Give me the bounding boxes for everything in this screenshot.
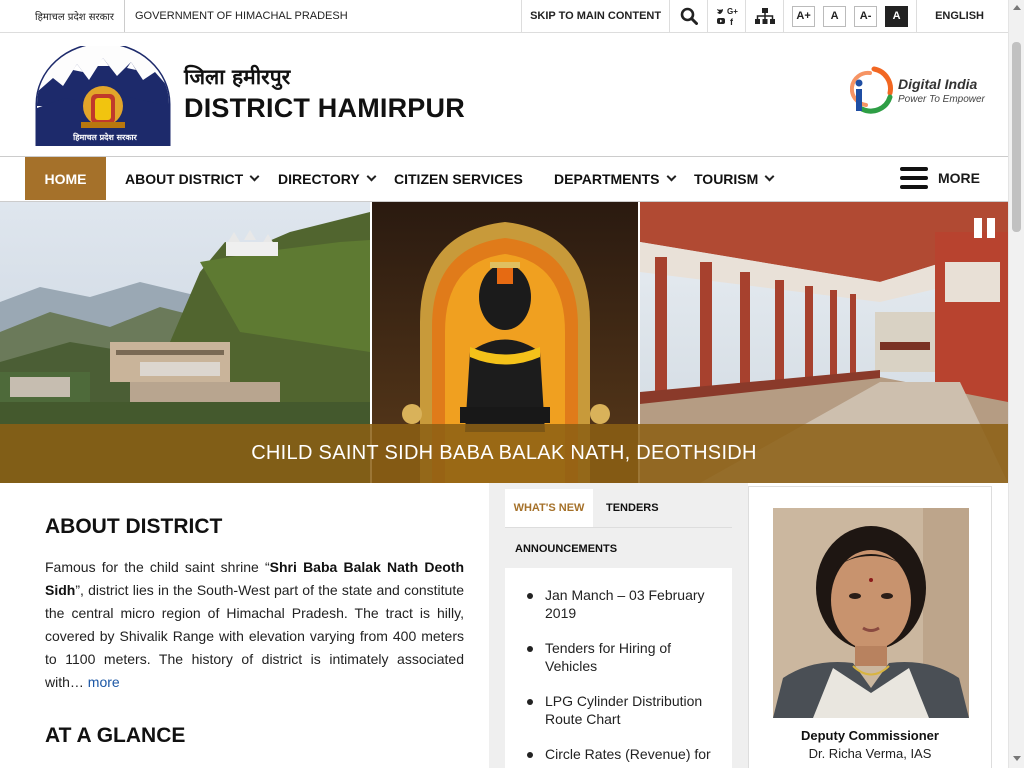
government-link[interactable]: GOVERNMENT OF HIMACHAL PRADESH xyxy=(125,0,358,32)
hamburger-icon xyxy=(900,167,928,189)
digital-india-icon xyxy=(850,66,893,114)
official-role: Deputy Commissioner xyxy=(801,728,939,743)
chevron-down-icon xyxy=(764,171,775,182)
nav-item-tourism[interactable]: TOURISM xyxy=(694,157,775,200)
district-title-hindi: जिला हमीरपुर xyxy=(184,65,291,89)
district-title[interactable]: DISTRICT HAMIRPUR xyxy=(184,93,465,124)
scrollbar-thumb[interactable] xyxy=(1012,42,1021,232)
nav-item-departments[interactable]: DEPARTMENTS xyxy=(554,157,676,200)
tab-announcements[interactable]: ANNOUNCEMENTS xyxy=(515,531,617,567)
social-media-icon: G+ f xyxy=(716,7,738,26)
hero-slider[interactable]: CHILD SAINT SIDH BABA BALAK NATH, DEOTHS… xyxy=(0,202,1008,483)
emblem-caption: हिमाचल प्रदेश सरकार xyxy=(73,133,137,142)
site-header: हिमाचल प्रदेश सरकार जिला हमीरपुर DISTRIC… xyxy=(0,33,1008,157)
nav-item-label: ABOUT DISTRICT xyxy=(125,170,244,187)
search-button[interactable] xyxy=(669,0,707,32)
news-panel: WHAT'S NEW TENDERS ANNOUNCEMENTS Jan Man… xyxy=(489,483,748,768)
at-a-glance-heading: AT A GLANCE xyxy=(45,724,186,747)
nav-item-label: HOME xyxy=(44,170,87,187)
svg-text:f: f xyxy=(730,17,734,26)
nav-item-label: DIRECTORY xyxy=(278,170,360,187)
nav-item-citizen-services[interactable]: CITIZEN SERVICES xyxy=(394,157,523,200)
hindi-government-label: हिमाचल प्रदेश सरकार xyxy=(25,0,125,32)
deputy-commissioner-photo xyxy=(773,508,969,718)
about-text-intro: Famous for the child saint shrine “ xyxy=(45,559,270,575)
search-icon xyxy=(680,7,698,25)
pause-icon xyxy=(974,218,982,238)
scroll-up-arrow-icon[interactable] xyxy=(1013,5,1021,10)
more-menu-button[interactable]: MORE xyxy=(900,167,980,189)
nav-item-directory[interactable]: DIRECTORY xyxy=(278,157,377,200)
about-district-section: ABOUT DISTRICT Famous for the child sain… xyxy=(0,483,489,768)
portrait-image xyxy=(773,508,969,718)
font-size-controls: A+ A A- A xyxy=(783,0,916,32)
main-navigation: HOME ABOUT DISTRICT DIRECTORY CITIZEN SE… xyxy=(0,157,1008,202)
tab-tenders[interactable]: TENDERS xyxy=(606,489,659,527)
chevron-down-icon xyxy=(366,171,377,182)
social-media-button[interactable]: G+ f xyxy=(707,0,745,32)
font-increase-button[interactable]: A+ xyxy=(792,5,816,27)
language-selector[interactable]: ENGLISH xyxy=(916,0,1008,32)
tab-whats-new[interactable]: WHAT'S NEW xyxy=(505,489,593,527)
chevron-down-icon xyxy=(666,171,676,182)
about-text: Famous for the child saint shrine “Shri … xyxy=(45,556,464,694)
news-item[interactable]: LPG Cylinder Distribution Route Chart xyxy=(505,692,732,728)
top-utility-bar: हिमाचल प्रदेश सरकार GOVERNMENT OF HIMACH… xyxy=(0,0,1008,33)
news-item[interactable]: Tenders for Hiring of Vehicles xyxy=(505,639,732,675)
news-item[interactable]: Jan Manch – 03 February 2019 xyxy=(505,586,732,622)
nav-item-about-district[interactable]: ABOUT DISTRICT xyxy=(125,157,260,200)
digital-india-title: Digital India xyxy=(898,76,978,92)
svg-text:G+: G+ xyxy=(727,7,738,16)
official-name: Dr. Richa Verma, IAS xyxy=(808,746,932,761)
nav-item-label: DEPARTMENTS xyxy=(554,170,660,187)
news-list: Jan Manch – 03 February 2019 Tenders for… xyxy=(505,568,732,768)
about-heading: ABOUT DISTRICT xyxy=(45,515,223,538)
chevron-down-icon xyxy=(249,171,260,182)
sitemap-icon xyxy=(754,8,775,24)
font-decrease-button[interactable]: A- xyxy=(854,5,878,27)
deputy-commissioner-card: Deputy Commissioner Dr. Richa Verma, IAS xyxy=(748,486,992,768)
nav-item-label: TOURISM xyxy=(694,170,759,187)
scroll-down-arrow-icon[interactable] xyxy=(1013,756,1021,761)
page-scrollbar[interactable] xyxy=(1008,0,1024,768)
about-more-link[interactable]: more xyxy=(88,674,120,690)
more-label: MORE xyxy=(938,170,980,186)
tab-divider xyxy=(505,527,732,528)
high-contrast-button[interactable]: A xyxy=(885,5,909,27)
page: हिमाचल प्रदेश सरकार GOVERNMENT OF HIMACH… xyxy=(0,0,1024,768)
slider-caption: CHILD SAINT SIDH BABA BALAK NATH, DEOTHS… xyxy=(0,424,1008,483)
font-normal-button[interactable]: A xyxy=(823,5,847,27)
himachal-emblem-logo[interactable] xyxy=(35,46,171,146)
slider-pause-button[interactable] xyxy=(974,218,996,238)
nav-item-label: CITIZEN SERVICES xyxy=(394,170,523,187)
nav-item-home[interactable]: HOME xyxy=(25,157,106,200)
news-item[interactable]: Circle Rates (Revenue) for xyxy=(505,745,732,763)
skip-to-main-content-link[interactable]: SKIP TO MAIN CONTENT xyxy=(521,0,669,32)
digital-india-logo[interactable]: Digital India Power To Empower xyxy=(850,63,985,117)
digital-india-tagline: Power To Empower xyxy=(898,94,985,105)
sitemap-button[interactable] xyxy=(745,0,783,32)
